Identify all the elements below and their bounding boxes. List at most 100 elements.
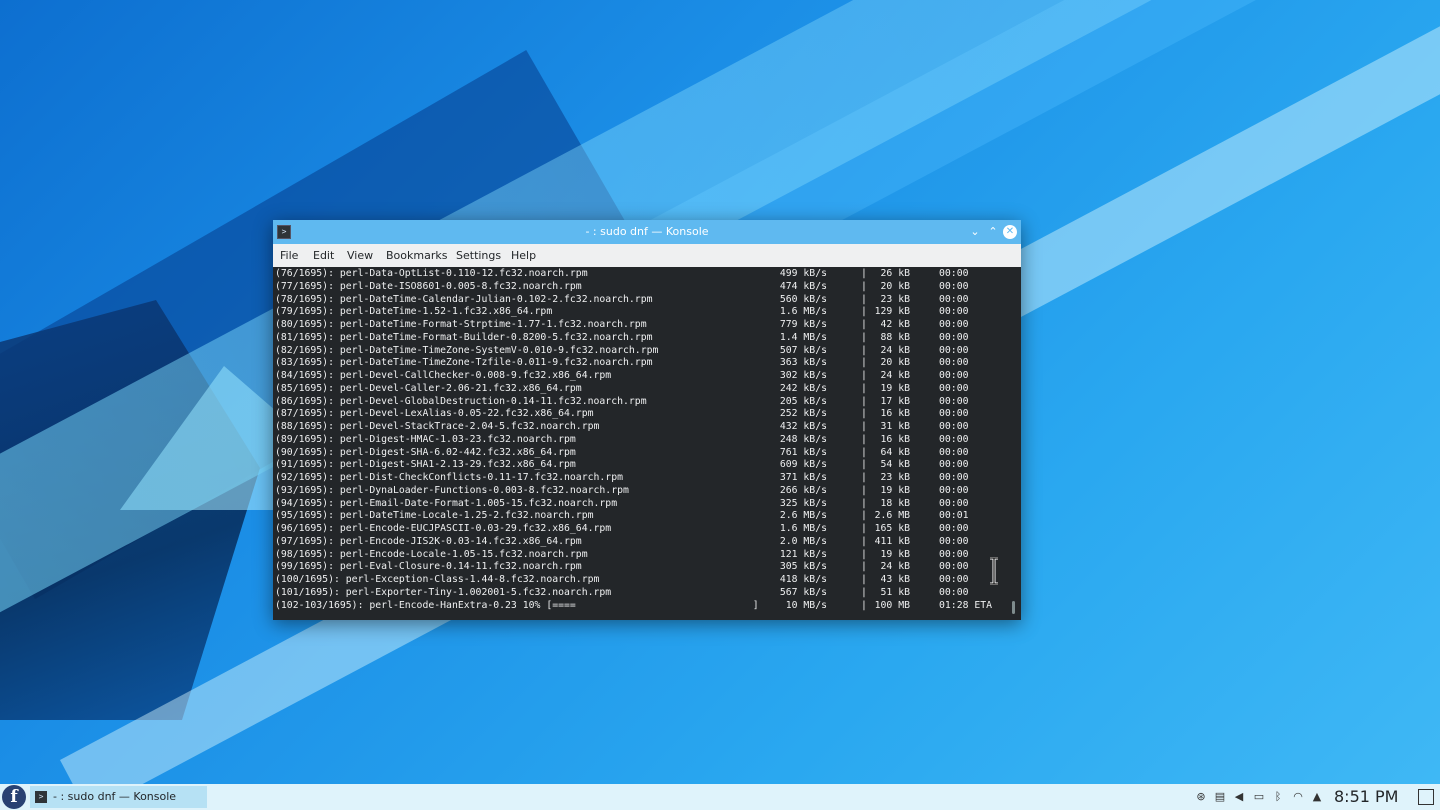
download-speed: 371 kB/s	[779, 472, 827, 483]
terminal-line: (84/1695): perl-Devel-CallChecker-0.008-…	[273, 370, 1013, 383]
column-separator: |	[861, 382, 867, 394]
download-size: 100 MB	[874, 599, 910, 611]
download-speed: 507 kB/s	[779, 344, 827, 356]
terminal-line: (91/1695): perl-Digest-SHA1-2.13-29.fc32…	[273, 459, 1013, 472]
download-size: 54 kB	[880, 459, 911, 471]
download-time: 00:00	[939, 497, 969, 509]
download-time: 01:28 ETA	[939, 599, 993, 611]
terminal-line: (86/1695): perl-Devel-GlobalDestruction-…	[273, 396, 1013, 409]
download-speed: 1.4 MB/s	[779, 331, 827, 343]
column-separator: |	[861, 599, 867, 611]
download-speed: 432 kB/s	[779, 421, 827, 432]
download-size: 16 kB	[880, 433, 911, 445]
column-separator: |	[861, 268, 867, 279]
package-name: (91/1695): perl-Digest-SHA1-2.13-29.fc32…	[275, 459, 576, 471]
volume-icon[interactable]: ◀	[1232, 790, 1246, 803]
download-time: 00:00	[939, 446, 969, 458]
download-size: 64 kB	[880, 446, 911, 458]
package-name: (80/1695): perl-DateTime-Format-Strptime…	[275, 319, 647, 330]
terminal-line: (94/1695): perl-Email-Date-Format-1.005-…	[273, 498, 1013, 511]
column-separator: |	[861, 523, 867, 534]
show-desktop-button[interactable]	[1418, 789, 1434, 805]
download-size: 43 kB	[880, 574, 911, 585]
download-size: 51 kB	[880, 586, 911, 598]
download-time: 00:00	[939, 357, 969, 369]
download-speed: 363 kB/s	[779, 357, 827, 369]
download-size: 19 kB	[880, 382, 911, 394]
download-time: 00:00	[939, 268, 969, 279]
updates-icon[interactable]: ⊛	[1194, 790, 1208, 803]
package-name: (101/1695): perl-Exporter-Tiny-1.002001-…	[275, 586, 612, 598]
terminal-line: (97/1695): perl-Encode-JIS2K-0.03-14.fc3…	[273, 536, 1013, 549]
column-separator: |	[861, 574, 867, 585]
download-time: 00:00	[939, 535, 969, 547]
window-titlebar[interactable]: > - : sudo dnf — Konsole ⌄ ⌃ ✕	[273, 220, 1021, 244]
clock[interactable]: 8:51 PM	[1334, 787, 1398, 806]
package-name: (82/1695): perl-DateTime-TimeZone-System…	[275, 344, 659, 356]
terminal-line: (78/1695): perl-DateTime-Calendar-Julian…	[273, 294, 1013, 307]
menu-edit[interactable]: Edit	[313, 249, 334, 262]
konsole-window[interactable]: > - : sudo dnf — Konsole ⌄ ⌃ ✕ File Edit…	[273, 220, 1021, 620]
maximize-button[interactable]: ⌃	[985, 224, 1001, 240]
clipboard-icon[interactable]: ▤	[1213, 790, 1227, 803]
download-speed: 499 kB/s	[779, 268, 827, 279]
download-time: 00:00	[939, 561, 969, 573]
download-time: 00:00	[939, 331, 969, 343]
download-time: 00:00	[939, 395, 969, 407]
menu-file[interactable]: File	[280, 249, 298, 262]
task-label: - : sudo dnf — Konsole	[53, 790, 177, 803]
download-size: 129 kB	[874, 306, 910, 318]
package-name: (93/1695): perl-DynaLoader-Functions-0.0…	[275, 484, 629, 496]
menu-bookmarks[interactable]: Bookmarks	[386, 249, 447, 262]
download-size: 20 kB	[880, 280, 911, 292]
package-name: (90/1695): perl-Digest-SHA-6.02-442.fc32…	[275, 446, 576, 458]
download-size: 23 kB	[880, 293, 911, 305]
download-time: 00:00	[939, 280, 969, 292]
column-separator: |	[861, 472, 867, 483]
battery-icon[interactable]: ▭	[1252, 790, 1266, 803]
application-launcher-icon[interactable]: f	[2, 785, 26, 809]
terminal-line: (93/1695): perl-DynaLoader-Functions-0.0…	[273, 485, 1013, 498]
package-name: (95/1695): perl-DateTime-Locale-1.25-2.f…	[275, 510, 594, 522]
download-time: 00:00	[939, 382, 969, 394]
download-time: 00:00	[939, 421, 969, 432]
wifi-icon[interactable]: ◠	[1291, 790, 1305, 803]
column-separator: |	[861, 357, 867, 369]
terminal-line: (82/1695): perl-DateTime-TimeZone-System…	[273, 345, 1013, 358]
download-time: 00:00	[939, 408, 969, 420]
terminal-line: (88/1695): perl-Devel-StackTrace-2.04-5.…	[273, 421, 1013, 434]
download-size: 18 kB	[880, 497, 911, 509]
package-name: (79/1695): perl-DateTime-1.52-1.fc32.x86…	[275, 306, 553, 318]
menu-settings[interactable]: Settings	[456, 249, 501, 262]
window-title: - : sudo dnf — Konsole	[585, 225, 709, 238]
download-speed: 242 kB/s	[779, 382, 827, 394]
terminal-output[interactable]: (76/1695): perl-Data-OptList-0.110-12.fc…	[273, 267, 1021, 620]
taskbar: f > - : sudo dnf — Konsole ⊛ ▤ ◀ ▭ ᛒ ◠ ▲…	[0, 784, 1440, 810]
menu-view[interactable]: View	[347, 249, 373, 262]
taskbar-task-konsole[interactable]: > - : sudo dnf — Konsole	[30, 786, 207, 808]
terminal-line: (76/1695): perl-Data-OptList-0.110-12.fc…	[273, 268, 1013, 281]
column-separator: |	[861, 548, 867, 560]
terminal-line: (92/1695): perl-Dist-CheckConflicts-0.11…	[273, 472, 1013, 485]
terminal-line: (96/1695): perl-Encode-EUCJPASCII-0.03-2…	[273, 523, 1013, 536]
package-name: (102-103/1695): perl-Encode-HanExtra-0.2…	[275, 599, 759, 611]
column-separator: |	[861, 484, 867, 496]
download-size: 19 kB	[880, 484, 911, 496]
close-button[interactable]: ✕	[1003, 225, 1017, 239]
terminal-line: (101/1695): perl-Exporter-Tiny-1.002001-…	[273, 587, 1013, 600]
download-size: 23 kB	[880, 472, 911, 483]
package-name: (85/1695): perl-Devel-Caller-2.06-21.fc3…	[275, 382, 582, 394]
download-time: 00:01	[939, 510, 969, 522]
terminal-line: (87/1695): perl-Devel-LexAlias-0.05-22.f…	[273, 408, 1013, 421]
minimize-button[interactable]: ⌄	[967, 224, 983, 240]
terminal-line: (83/1695): perl-DateTime-TimeZone-Tzfile…	[273, 357, 1013, 370]
column-separator: |	[861, 344, 867, 356]
bluetooth-icon[interactable]: ᛒ	[1271, 790, 1285, 803]
terminal-line: (85/1695): perl-Devel-Caller-2.06-21.fc3…	[273, 383, 1013, 396]
expand-tray-icon[interactable]: ▲	[1310, 790, 1324, 803]
menu-help[interactable]: Help	[511, 249, 536, 262]
download-size: 24 kB	[880, 370, 911, 381]
download-speed: 560 kB/s	[779, 293, 827, 305]
package-name: (84/1695): perl-Devel-CallChecker-0.008-…	[275, 370, 612, 381]
download-speed: 2.0 MB/s	[779, 535, 827, 547]
